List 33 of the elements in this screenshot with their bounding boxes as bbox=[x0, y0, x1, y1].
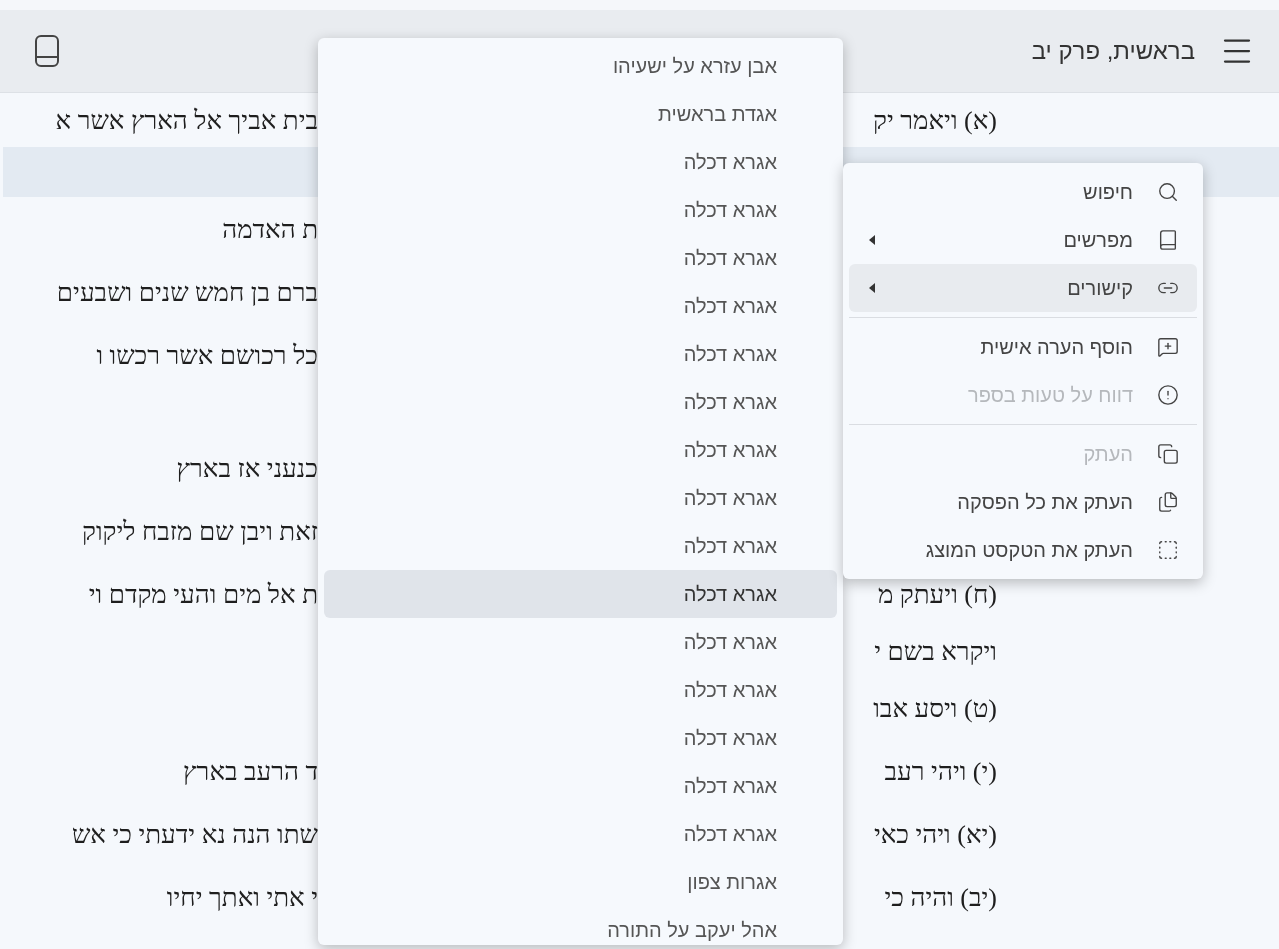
context-menu-item[interactable]: העתק את כל הפסקה bbox=[849, 478, 1197, 526]
context-menu-item[interactable]: מפרשים bbox=[849, 216, 1197, 264]
alert-icon bbox=[1157, 384, 1179, 406]
search-icon bbox=[1157, 181, 1179, 203]
context-menu-item[interactable]: חיפוש bbox=[849, 168, 1197, 216]
book-icon bbox=[1157, 229, 1179, 251]
verse-text: (י) ויהי רעב bbox=[884, 755, 997, 788]
context-menu-item[interactable]: העתק את הטקסט המוצג bbox=[849, 526, 1197, 574]
tablet-icon[interactable] bbox=[34, 35, 60, 67]
note-plus-icon bbox=[1157, 336, 1179, 358]
verse-text: בית אביך אל הארץ אשר א bbox=[55, 104, 318, 137]
verse-text: (יב) והיה כי bbox=[884, 881, 997, 914]
copy-icon bbox=[1157, 443, 1179, 465]
verse-text: ת האדמה bbox=[222, 213, 318, 245]
verse-text: ד הרעב בארץ bbox=[183, 755, 318, 787]
files-icon bbox=[1157, 491, 1179, 513]
dashed-square-icon bbox=[1157, 539, 1179, 561]
verse-text: ויקרא בשם י bbox=[874, 635, 997, 667]
chapter-title: בראשית, פרק יב bbox=[1031, 36, 1195, 66]
verse-text: (ח) ויעתק מ bbox=[877, 578, 997, 611]
verse-text: י אתי ואתך יחיו bbox=[166, 881, 318, 913]
submenu-item[interactable]: אגרא דכלה bbox=[324, 570, 837, 618]
verse-text: כל רכושם אשר רכשו ו bbox=[96, 339, 318, 371]
context-menu-item[interactable]: הוסף הערה אישית bbox=[849, 323, 1197, 371]
verse-text: שתו הנה נא ידעתי כי אש bbox=[71, 818, 318, 850]
verse-text: (ט) ויסע אבו bbox=[873, 692, 997, 725]
verse-text: (יא) ויהי כאי bbox=[873, 818, 997, 851]
context-menu-item[interactable]: קישורים bbox=[849, 264, 1197, 312]
verse-text: ת אל מים והעי מקדם וי bbox=[88, 578, 318, 610]
verse-text: כנעני אז בארץ bbox=[176, 452, 318, 484]
verse-text: זאת ויבן שם מזבח ליקוק bbox=[82, 515, 318, 547]
verse-text: ברם בן חמש שנים ושבעים bbox=[56, 276, 318, 308]
verse-text: (א) ויאמר יק bbox=[873, 104, 997, 137]
